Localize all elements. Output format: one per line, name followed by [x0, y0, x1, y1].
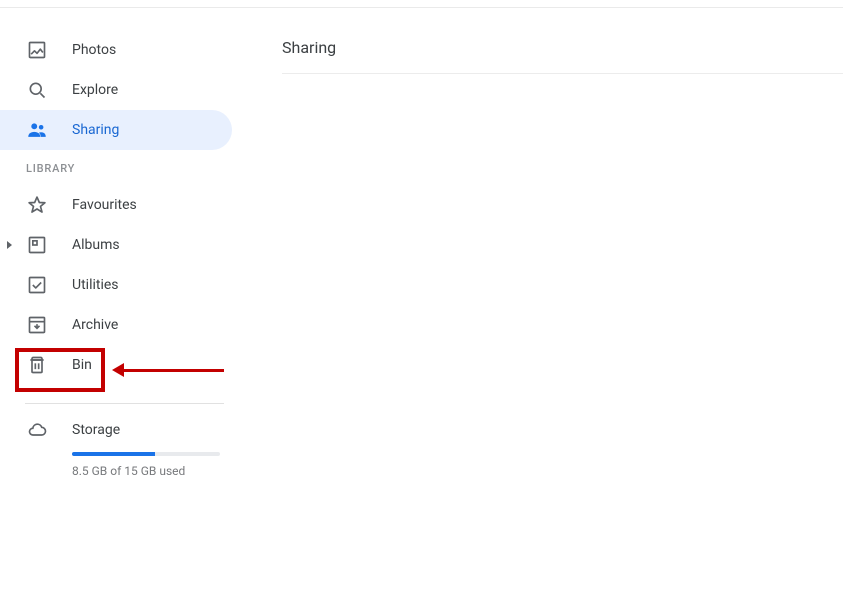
sidebar: Photos Explore Sharing LIBRARY Favourite…: [0, 8, 232, 478]
utilities-icon: [25, 273, 49, 297]
storage-progress-fill: [72, 452, 155, 456]
sidebar-item-albums[interactable]: Albums: [0, 225, 232, 265]
sidebar-item-label: Explore: [49, 82, 118, 98]
archive-icon: [25, 313, 49, 337]
sidebar-item-label: Favourites: [49, 197, 137, 213]
search-icon: [25, 78, 49, 102]
sidebar-item-label: Photos: [49, 42, 116, 58]
sidebar-item-explore[interactable]: Explore: [0, 70, 232, 110]
sidebar-item-utilities[interactable]: Utilities: [0, 265, 232, 305]
sidebar-section-label: LIBRARY: [0, 150, 232, 185]
sidebar-item-bin[interactable]: Bin: [0, 345, 232, 385]
photo-icon: [25, 38, 49, 62]
storage-usage-text: 8.5 GB of 15 GB used: [72, 464, 232, 478]
sidebar-item-favourites[interactable]: Favourites: [0, 185, 232, 225]
sidebar-item-label: Bin: [49, 357, 92, 373]
sidebar-item-photos[interactable]: Photos: [0, 30, 232, 70]
sidebar-item-label: Sharing: [49, 122, 119, 138]
storage-block[interactable]: Storage 8.5 GB of 15 GB used: [0, 418, 232, 478]
page-title: Sharing: [282, 38, 843, 73]
star-icon: [25, 193, 49, 217]
people-icon: [25, 118, 49, 142]
sidebar-item-label: Archive: [49, 317, 118, 333]
caret-right-icon: [7, 241, 12, 249]
main-content: Sharing: [232, 8, 843, 478]
sidebar-item-label: Albums: [49, 237, 120, 253]
main-divider: [282, 73, 843, 74]
trash-icon: [25, 353, 49, 377]
sidebar-item-label: Utilities: [49, 277, 119, 293]
top-divider: [0, 0, 843, 8]
storage-label: Storage: [49, 422, 120, 438]
album-icon: [25, 233, 49, 257]
storage-progress: [72, 452, 220, 456]
sidebar-item-sharing[interactable]: Sharing: [0, 110, 232, 150]
cloud-icon: [25, 418, 49, 442]
sidebar-item-archive[interactable]: Archive: [0, 305, 232, 345]
sidebar-divider: [25, 403, 224, 404]
